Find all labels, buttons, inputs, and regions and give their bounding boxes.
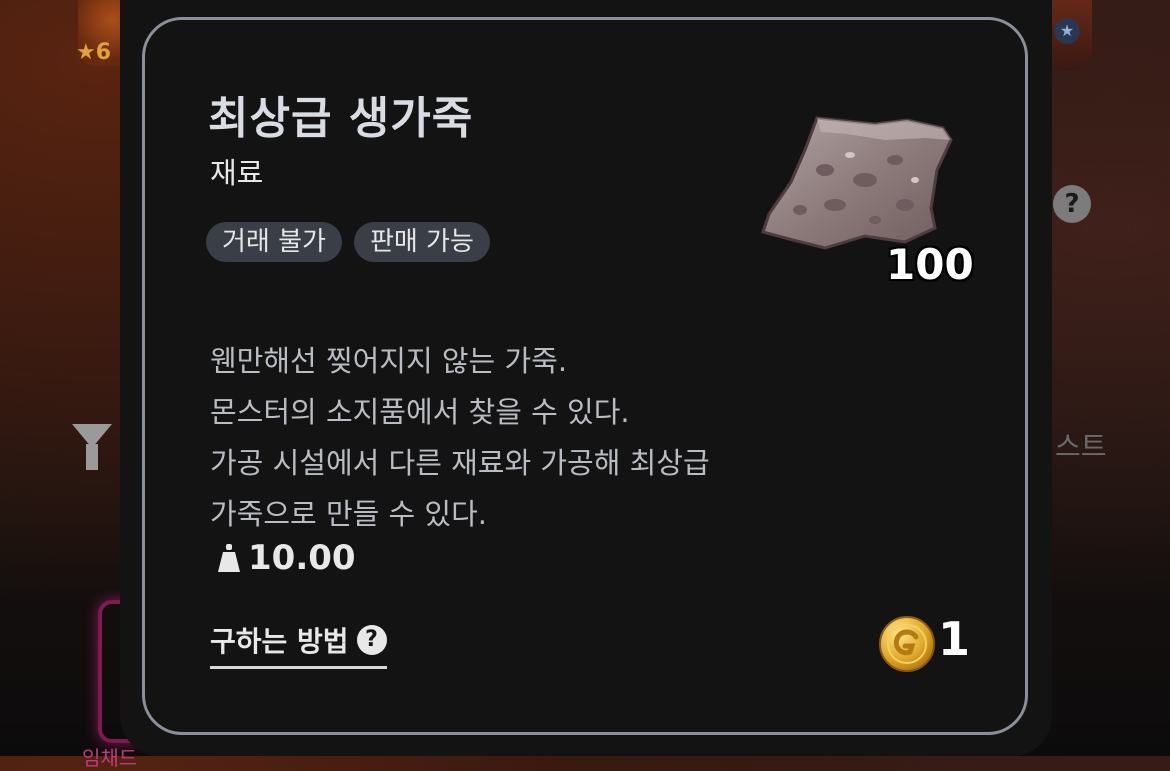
item-quantity: 100 — [886, 240, 974, 289]
background-help-icon: ? — [1053, 185, 1091, 223]
leather-hide-icon — [761, 116, 953, 250]
description-line: 가공 시설에서 다른 재료와 가공해 최상급 — [210, 446, 710, 480]
description-line: 몬스터의 소지품에서 찾을 수 있다. — [210, 395, 630, 429]
background-bottom-label: 임채드 — [82, 746, 138, 770]
item-price: 1 — [938, 612, 971, 666]
item-category: 재료 — [210, 156, 264, 190]
weight-value: 10.00 — [248, 538, 356, 578]
item-weight: 10.00 — [216, 538, 356, 578]
question-circle-icon[interactable]: ? — [356, 625, 387, 655]
gold-coin-icon — [879, 616, 935, 672]
description-line: 웬만해선 찢어지지 않는 가죽. — [210, 344, 568, 378]
rank-star-icon: ★ — [1054, 18, 1080, 44]
background-list-label: 스트 — [1055, 430, 1107, 463]
description-line: 가죽으로 만들 수 있다. — [210, 497, 487, 531]
how-to-obtain-link[interactable]: 구하는 방법 ? — [210, 620, 387, 669]
item-name: 최상급 생가죽 — [208, 93, 474, 144]
tag-untradable: 거래 불가 — [206, 222, 342, 262]
background-rating: ★6 — [76, 40, 112, 65]
tag-sellable: 판매 가능 — [353, 222, 490, 262]
item-tags: 거래 불가 판매 가능 — [206, 222, 490, 262]
how-to-obtain-label: 구하는 방법 — [210, 625, 349, 658]
filter-icon-stem — [86, 444, 98, 470]
item-description: 웬만해선 찢어지지 않는 가죽. 몬스터의 소지품에서 찾을 수 있다. 가공 … — [210, 336, 710, 540]
weight-icon — [218, 544, 240, 572]
